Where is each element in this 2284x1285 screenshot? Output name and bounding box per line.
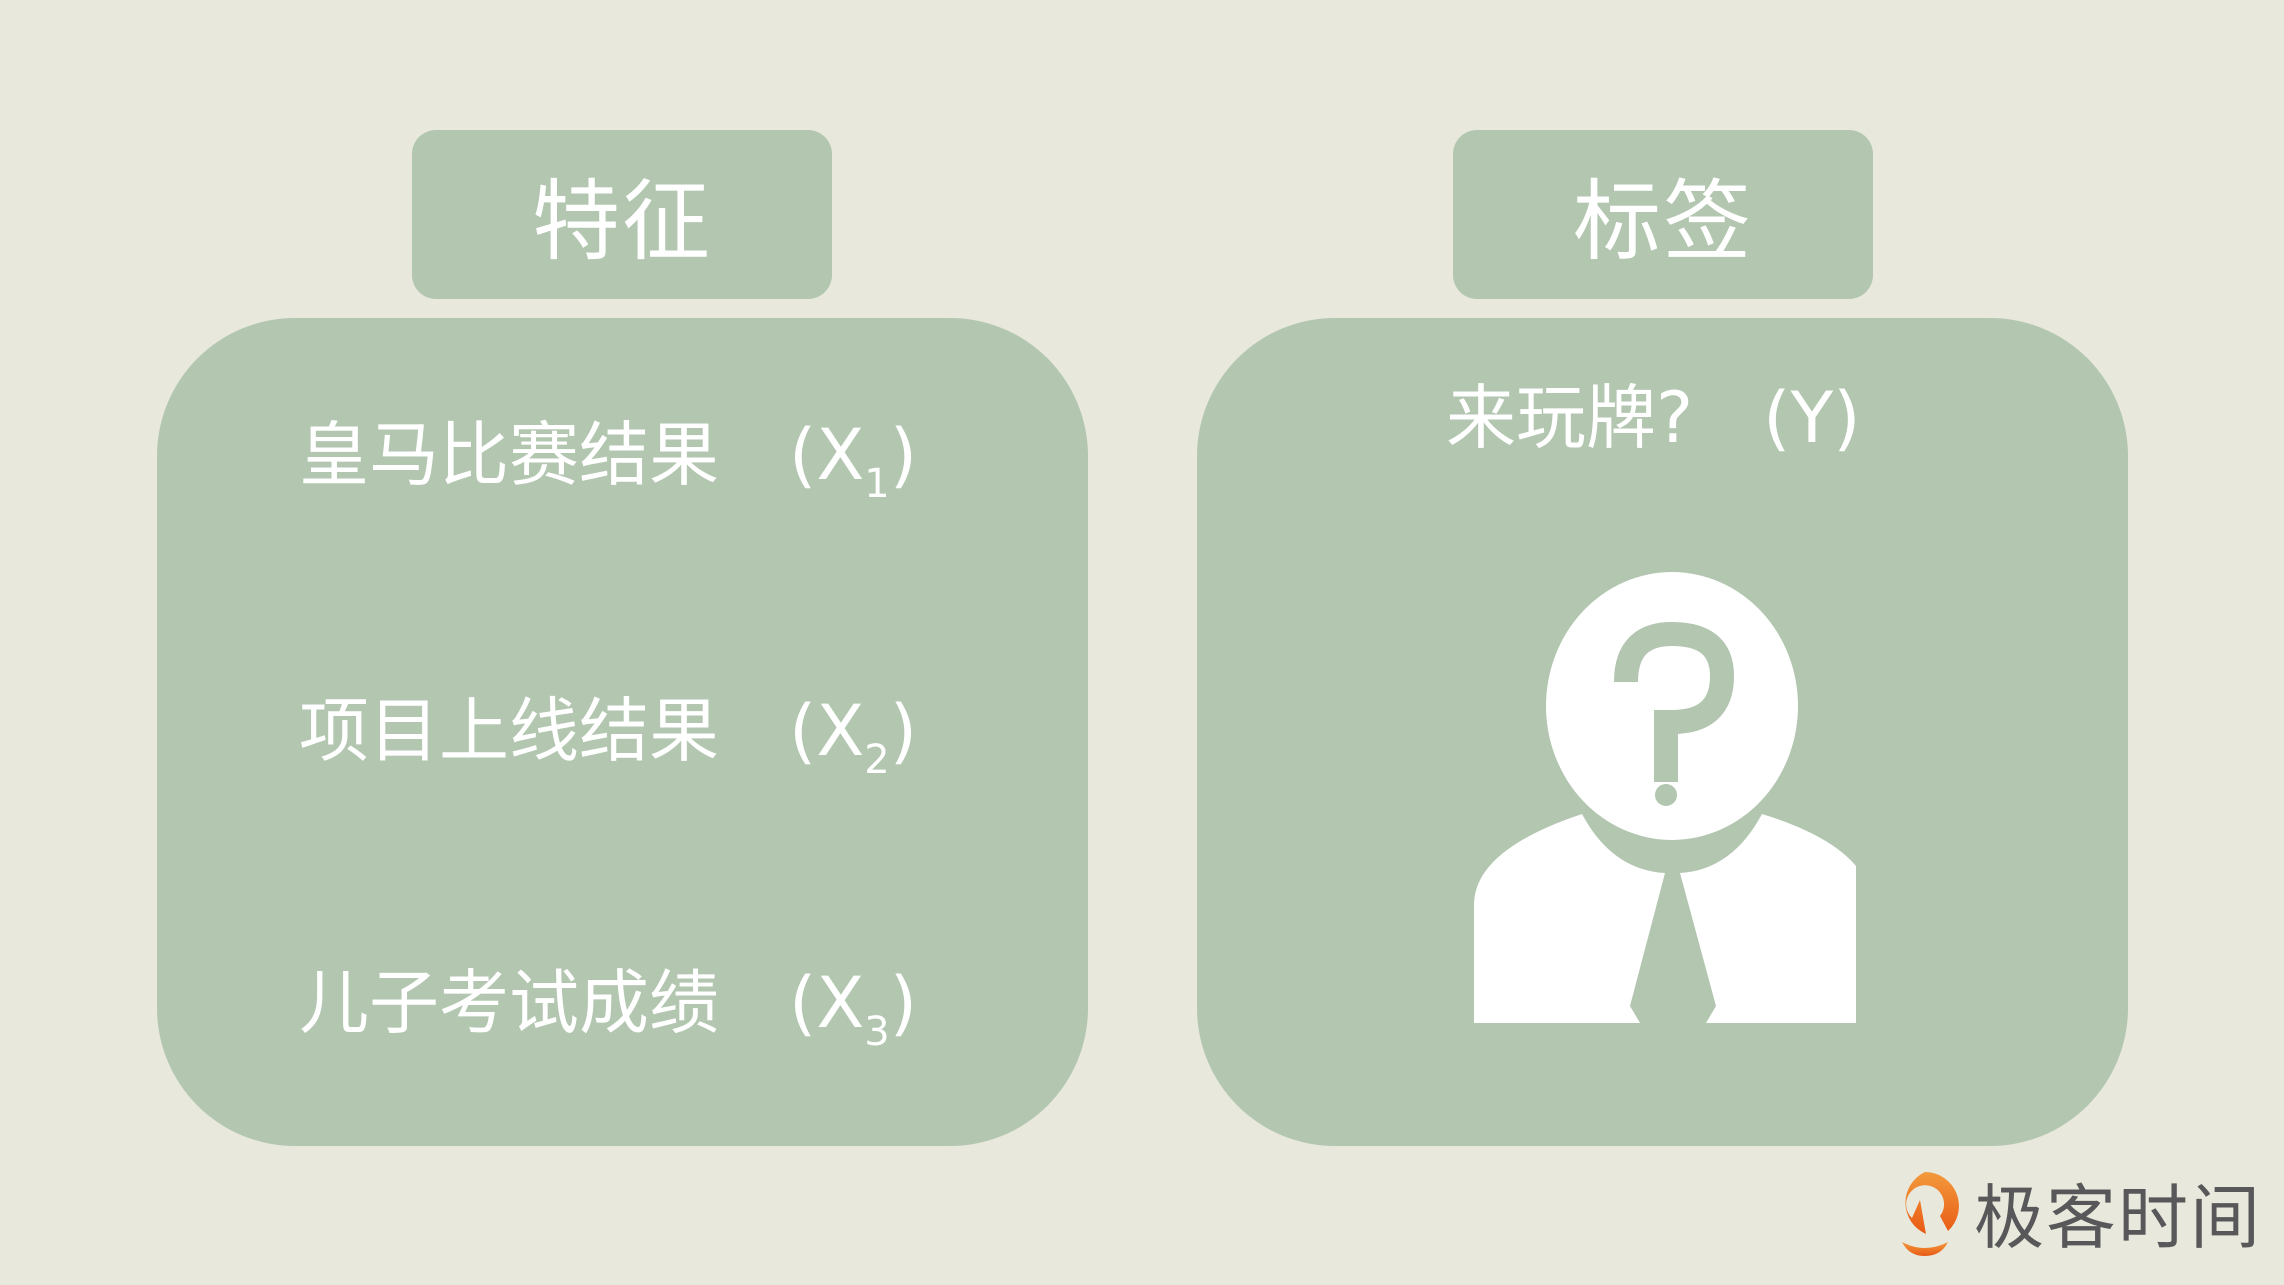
unknown-person-icon (1474, 572, 1856, 1023)
label-text: 来玩牌? (1446, 377, 1694, 459)
features-header: 特征 (412, 130, 832, 299)
feature-var: (X2) (789, 690, 918, 783)
feature-text: 项目上线结果 (299, 690, 719, 772)
brand-logo: 极客时间 (1886, 1162, 2262, 1263)
feature-item: 皇马比赛结果 (X1) (299, 420, 917, 504)
features-header-text: 特征 (531, 170, 712, 273)
feature-text: 皇马比赛结果 (299, 414, 719, 496)
feature-item: 项目上线结果 (X2) (299, 696, 917, 780)
logo-text: 极客时间 (1974, 1177, 2262, 1259)
label-header: 标签 (1453, 130, 1873, 299)
label-var: (Y) (1763, 377, 1861, 459)
logo-icon (1902, 1171, 1959, 1256)
feature-text: 儿子考试成绩 (299, 962, 719, 1044)
label-header-text: 标签 (1572, 170, 1753, 273)
feature-var: (X3) (789, 962, 918, 1055)
feature-var: (X1) (789, 414, 918, 507)
label-item: 来玩牌? (Y) (1446, 383, 1861, 453)
feature-item: 儿子考试成绩 (X3) (299, 968, 917, 1052)
